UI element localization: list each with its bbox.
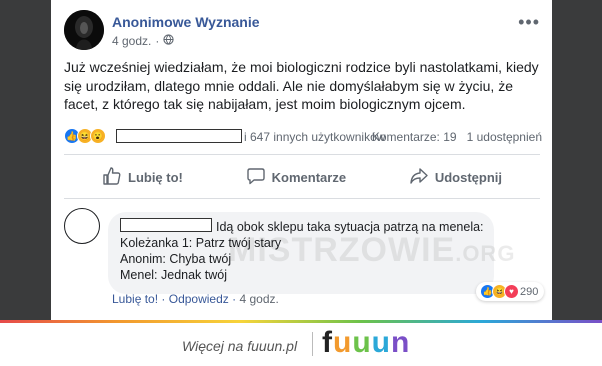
divider: [64, 154, 540, 155]
redacted-name: [116, 129, 242, 143]
like-button[interactable]: Lubię to!: [102, 162, 183, 192]
comment-like-link[interactable]: Lubię to!: [112, 292, 158, 306]
comment-bubble-icon: [246, 166, 266, 189]
author-name[interactable]: Anonimowe Wyznanie: [112, 14, 260, 30]
watermark-suffix: .ORG: [455, 241, 516, 266]
comment: Idą obok sklepu taka sytuacja patrzą na …: [64, 208, 545, 308]
comment-button-label: Komentarze: [271, 169, 347, 185]
site-footer: Więcej na fuuun.pl fuuun: [0, 320, 602, 366]
post-meta: 4 godz. ·: [112, 34, 175, 48]
comment-meta: Lubię to! · Odpowiedz · 4 godz.: [112, 292, 279, 306]
reactions-bar: 👍 😆 😮 i 647 innych użytkowników Komentar…: [64, 126, 542, 146]
comment-bubble: Idą obok sklepu taka sytuacja patrzą na …: [108, 212, 514, 294]
commenter-avatar[interactable]: [64, 208, 100, 244]
share-button-label: Udostępnij: [434, 169, 502, 185]
comment-reactions[interactable]: 👍 😆 ♥ 290: [476, 282, 545, 301]
shares-count[interactable]: 1 udostępnień: [467, 130, 542, 144]
comment-time[interactable]: 4 godz.: [239, 292, 278, 306]
more-options-icon[interactable]: •••: [518, 12, 540, 33]
fuuun-logo[interactable]: fuuun: [322, 326, 410, 360]
post-text: Już wcześniej wiedziałam, że moi biologi…: [64, 59, 539, 112]
share-button[interactable]: Udostępnij: [409, 162, 502, 192]
comment-line: Menel: Jednak twój: [120, 268, 228, 282]
logo-letter: u: [352, 326, 372, 359]
divider: [64, 198, 540, 199]
thumbs-up-icon: [102, 166, 122, 189]
reactions-count[interactable]: i 647 innych użytkowników: [244, 130, 385, 144]
reaction-icons[interactable]: 👍 😆 😮: [64, 128, 106, 144]
dot-separator: ·: [155, 34, 160, 48]
love-icon: ♥: [504, 284, 519, 299]
like-button-label: Lubię to!: [128, 169, 183, 185]
logo-letter: f: [322, 326, 333, 359]
dot-separator: ·: [161, 292, 169, 306]
post-time[interactable]: 4 godz.: [112, 34, 151, 48]
footer-separator: [312, 332, 313, 356]
color-bar: [0, 320, 602, 323]
comment-reaction-icons: 👍 😆 ♥: [480, 284, 519, 299]
watermark-text: MISTRZOWIE: [228, 231, 456, 269]
comment-reply-link[interactable]: Odpowiedz: [169, 292, 229, 306]
globe-icon: [163, 34, 175, 48]
logo-letter: n: [390, 326, 411, 359]
share-arrow-icon: [409, 166, 429, 189]
logo-letter: u: [371, 326, 391, 359]
more-link[interactable]: Więcej na fuuun.pl: [182, 338, 297, 354]
watermark-logo: MISTRZOWIE.ORG: [228, 233, 515, 267]
logo-letter: u: [333, 326, 353, 359]
post-header: Anonimowe Wyznanie 4 godz. · •••: [64, 10, 540, 52]
post-stats: Komentarze: 19 1 udostępnień: [372, 130, 542, 144]
redacted-commenter-name: [120, 218, 212, 232]
author-avatar[interactable]: [64, 10, 104, 50]
comments-count[interactable]: Komentarze: 19: [372, 130, 457, 144]
post-actions: Lubię to! Komentarze Udostępnij: [64, 162, 540, 192]
comment-reaction-count: 290: [520, 285, 539, 298]
facebook-post-card: Anonimowe Wyznanie 4 godz. · ••• Już wcz…: [51, 0, 552, 320]
comment-button[interactable]: Komentarze: [246, 162, 346, 192]
wow-icon: 😮: [90, 128, 106, 144]
